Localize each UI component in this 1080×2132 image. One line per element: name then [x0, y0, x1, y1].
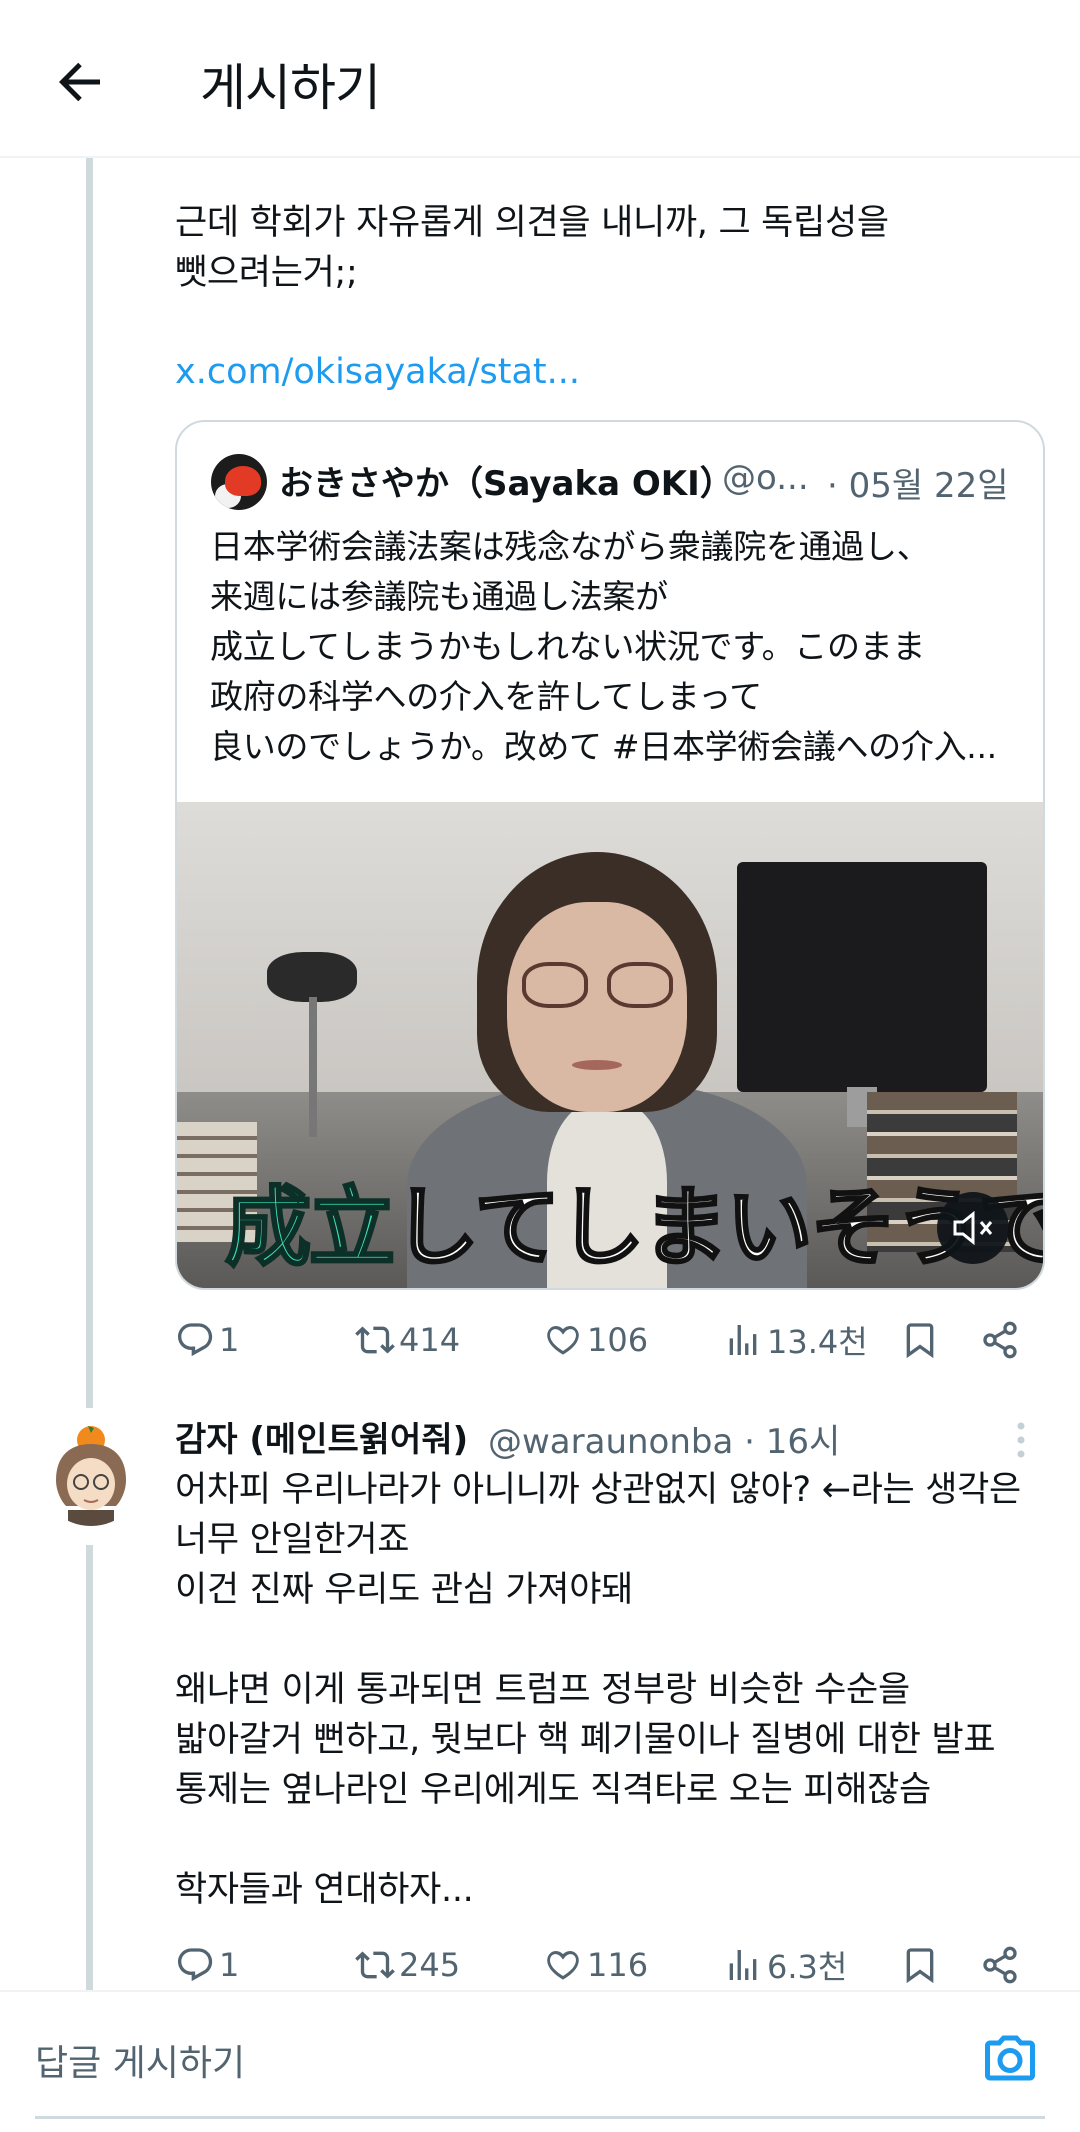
share-button[interactable]: [980, 1940, 1020, 1990]
video-subtitle-accent: 成立: [224, 1177, 397, 1280]
like-count: 106: [587, 1321, 649, 1359]
reply-text-line: 너무 안일한거죠: [175, 1520, 410, 1560]
analytics-icon: [729, 1950, 757, 1980]
reply-text-line: [175, 1815, 1021, 1865]
like-count: 116: [587, 1946, 649, 1984]
thread-line-top: [86, 158, 93, 1408]
reply-button[interactable]: 1: [175, 1940, 239, 1990]
page-title: 게시하기: [200, 59, 381, 117]
author-name[interactable]: 감자 (메인트윍어줘): [175, 1412, 468, 1461]
quoted-post[interactable]: おきさやか（Sayaka OKI） @o... · 05월 22일 日本学術会議…: [175, 420, 1045, 1290]
reply-count: 1: [219, 1321, 240, 1359]
post-text: 근데 학회가 자유롭게 의견을 내니까, 그 독립성을 뺏으려는거;;: [175, 198, 889, 298]
repost-count: 414: [399, 1321, 461, 1359]
repost-icon: [355, 1326, 395, 1354]
reply-icon: [178, 1948, 213, 1982]
views-button[interactable]: 13.4천: [723, 1315, 868, 1365]
analytics-icon: [729, 1325, 757, 1355]
quoted-text-line: 成立してしまうかもしれない状況です。このまま: [210, 627, 926, 666]
quoted-author-name: おきさやか（Sayaka OKI）: [279, 464, 734, 504]
bookmark-button[interactable]: [900, 1940, 940, 1990]
bookmark-button[interactable]: [900, 1315, 940, 1365]
reply-text-line: [175, 1615, 1021, 1665]
input-underline: [35, 2116, 1045, 2119]
camera-icon[interactable]: [980, 2028, 1040, 2088]
post-link[interactable]: x.com/okisayaka/stat...: [175, 352, 580, 392]
bookmark-icon: [906, 1948, 934, 1984]
reply-text-line: 밟아갈거 뻔하고, 뭣보다 핵 폐기물이나 질병에 대한 발표: [175, 1720, 996, 1760]
reply-button[interactable]: 1: [175, 1315, 239, 1365]
reply-count: 1: [219, 1946, 240, 1984]
more-options-icon[interactable]: [1010, 1420, 1032, 1460]
repost-icon: [355, 1951, 395, 1979]
reply-text-line: 왜냐면 이게 통과되면 트럼프 정부랑 비슷한 수순을: [175, 1670, 910, 1710]
post-text-line: 근데 학회가 자유롭게 의견을 내니까, 그 독립성을: [175, 203, 889, 243]
quoted-author-handle: @o...: [722, 458, 809, 498]
reply-text-line: 통제는 옆나라인 우리에게도 직격타로 오는 피해잖슴: [175, 1770, 931, 1810]
share-button[interactable]: [980, 1315, 1020, 1365]
repost-count: 245: [399, 1946, 461, 1984]
back-arrow-icon[interactable]: [50, 52, 110, 112]
quoted-text-line: 良いのでしょうか。改めて #日本学術会議への介入...: [210, 727, 997, 766]
post-text-line: 뺏으려는거;;: [175, 253, 358, 293]
top-bar: 게시하기: [0, 0, 1080, 158]
mute-icon[interactable]: [937, 1192, 1009, 1264]
repost-button[interactable]: 414: [355, 1315, 460, 1365]
views-button[interactable]: 6.3천: [723, 1940, 847, 1990]
quoted-avatar[interactable]: [211, 454, 267, 510]
heart-icon: [547, 1950, 579, 1980]
post-actions: 1 414 106 13.4천: [175, 1315, 1055, 1365]
heart-icon: [547, 1325, 579, 1355]
reply-icon: [178, 1323, 213, 1357]
video-subtitle: 成立してしまいそうです: [224, 1157, 1044, 1282]
quoted-text-line: 政府の科学への介入を許してしまって: [210, 677, 762, 716]
video-person: [507, 902, 687, 1112]
reply-text-line: 이건 진짜 우리도 관심 가져야돼: [175, 1570, 634, 1610]
share-icon: [983, 1946, 1017, 1984]
reply-text-line: 어차피 우리나라가 아니니까 상관없지 않아? ←라는 생각은: [175, 1470, 1021, 1510]
video-monitor: [737, 862, 987, 1092]
reply-text: 어차피 우리나라가 아니니까 상관없지 않아? ←라는 생각은 너무 안일한거죠…: [175, 1465, 1021, 1915]
repost-button[interactable]: 245: [355, 1940, 460, 1990]
quoted-text-line: 日本学術会議法案は残念ながら衆議院を通過し、: [210, 527, 930, 566]
video-player[interactable]: 成立してしまいそうです: [177, 802, 1044, 1288]
bookmark-icon: [906, 1323, 934, 1359]
reply-composer: 답글 게시하기: [0, 1990, 1080, 2132]
reply-text-line: 학자들과 연대하자...: [175, 1870, 474, 1910]
views-count: 13.4천: [767, 1323, 868, 1361]
thread-line-bottom: [86, 1545, 93, 1990]
author-handle-time: @waraunonba · 16시: [488, 1422, 841, 1462]
reply-actions: 1 245 116 6.3천: [175, 1940, 1055, 1990]
share-icon: [983, 1321, 1017, 1359]
like-button[interactable]: 106: [543, 1315, 648, 1365]
quoted-post-date: · 05월 22일: [827, 466, 1009, 506]
reply-input[interactable]: 답글 게시하기: [35, 2034, 245, 2086]
views-count: 6.3천: [767, 1948, 848, 1986]
quoted-post-text: 日本学術会議法案は残念ながら衆議院を通過し、 来週には参議院も通過し法案が 成立…: [210, 522, 1020, 772]
author-avatar[interactable]: [38, 1420, 144, 1526]
quoted-text-line: 来週には参議院も通過し法案が: [210, 577, 668, 616]
like-button[interactable]: 116: [543, 1940, 648, 1990]
